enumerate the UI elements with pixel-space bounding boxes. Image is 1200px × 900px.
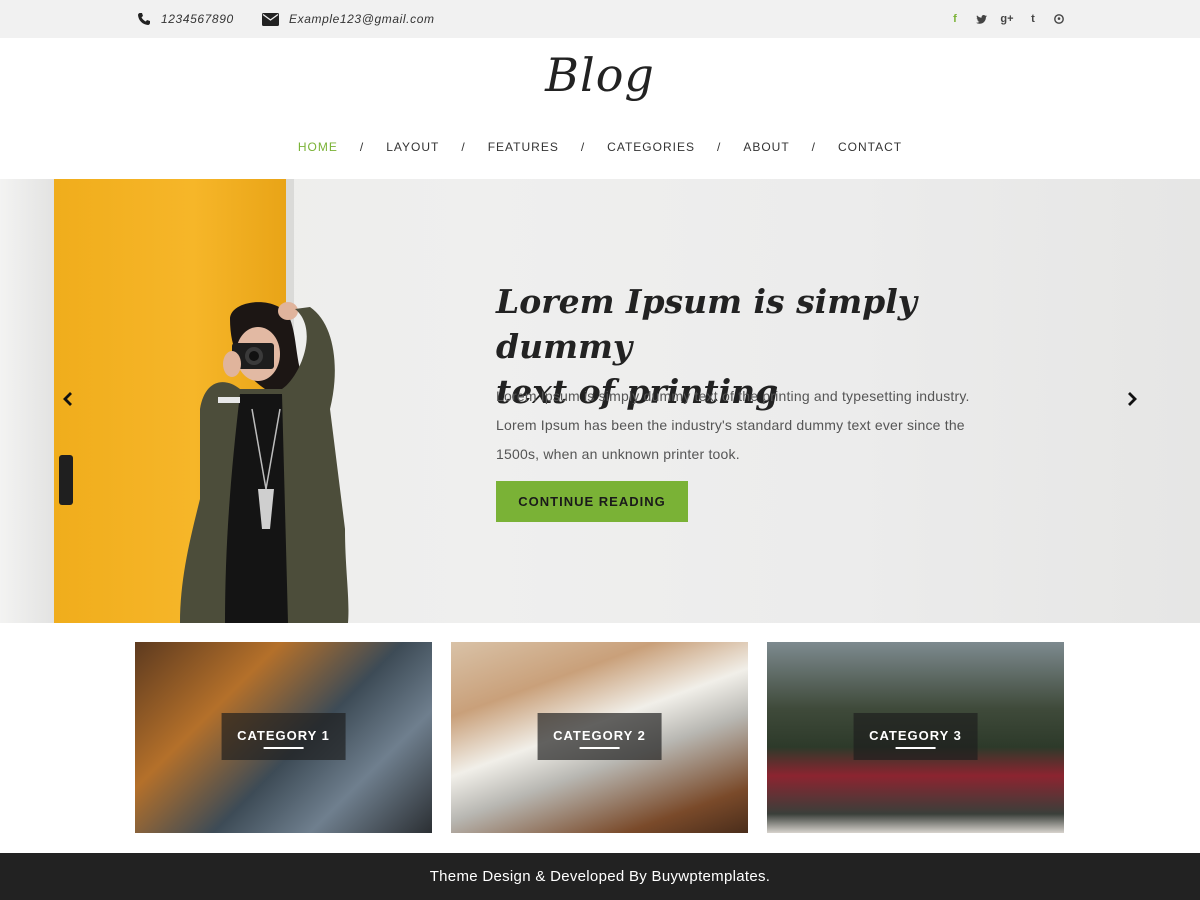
email-address: Example123@gmail.com [289,12,435,26]
category-label[interactable]: CATEGORY 1 [221,713,346,760]
phone-icon [138,13,150,25]
social-links: f g+ t [942,0,1072,38]
site-footer: Theme Design & Developed By Buywptemplat… [0,853,1200,900]
category-underline [895,747,936,749]
hero-image-photographer [180,302,349,623]
category-underline [579,747,620,749]
phone-number: 1234567890 [161,12,234,26]
hero-slider: Lorem Ipsum is simply dummy text of prin… [0,179,1200,623]
twitter-icon[interactable] [968,9,994,29]
slider-prev-button[interactable] [58,389,78,409]
category-tile-1[interactable]: CATEGORY 1 [135,642,432,833]
category-label[interactable]: CATEGORY 3 [853,713,978,760]
category-label-text: CATEGORY 1 [237,728,330,743]
continue-reading-button[interactable]: CONTINUE READING [496,481,688,522]
hero-text-line: Lorem Ipsum has been the industry's stan… [496,417,965,433]
hero-image-wall [0,179,54,623]
hero-description: Lorem Ipsum is simply dummy text of the … [496,382,996,469]
category-tile-3[interactable]: CATEGORY 3 [767,642,1064,833]
nav-item-layout[interactable]: LAYOUT [386,140,439,154]
contact-phone[interactable]: 1234567890 [137,0,234,38]
envelope-icon [262,12,279,26]
category-label[interactable]: CATEGORY 2 [537,713,662,760]
nav-separator: / [811,140,816,154]
nav-item-home[interactable]: HOME [298,140,338,154]
site-logo[interactable]: Blog [0,48,1200,102]
nav-separator: / [461,140,466,154]
nav-separator: / [580,140,586,154]
slider-next-button[interactable] [1122,389,1142,409]
nav-item-contact[interactable]: CONTACT [838,140,902,154]
chevron-left-icon [63,392,72,406]
google-plus-icon[interactable]: g+ [994,9,1020,29]
nav-item-categories[interactable]: CATEGORIES [607,140,695,154]
pinterest-icon[interactable] [1046,9,1072,29]
hero-text-line: 1500s, when an unknown printer took. [496,446,740,462]
nav-item-about[interactable]: ABOUT [743,140,789,154]
category-tile-2[interactable]: CATEGORY 2 [451,642,748,833]
nav-separator: / [716,140,722,154]
nav-separator: / [359,140,365,154]
hero-title-line: Lorem Ipsum is simply dummy [496,282,917,366]
contact-email[interactable]: Example123@gmail.com [262,0,435,38]
tumblr-icon[interactable]: t [1020,9,1046,29]
facebook-icon[interactable]: f [942,9,968,29]
category-label-text: CATEGORY 2 [553,728,646,743]
hero-image-door-handle [59,455,73,505]
chevron-right-icon [1128,392,1137,406]
hero-text-line: Lorem Ipsum is simply dummy text of the … [496,388,970,404]
topbar: 1234567890 Example123@gmail.com f g+ t [0,0,1200,38]
footer-credit[interactable]: Theme Design & Developed By Buywptemplat… [430,868,771,885]
category-underline [263,747,304,749]
category-label-text: CATEGORY 3 [869,728,962,743]
nav-item-features[interactable]: FEATURES [488,140,559,154]
main-nav: HOME / LAYOUT / FEATURES / CATEGORIES / … [0,140,1200,154]
